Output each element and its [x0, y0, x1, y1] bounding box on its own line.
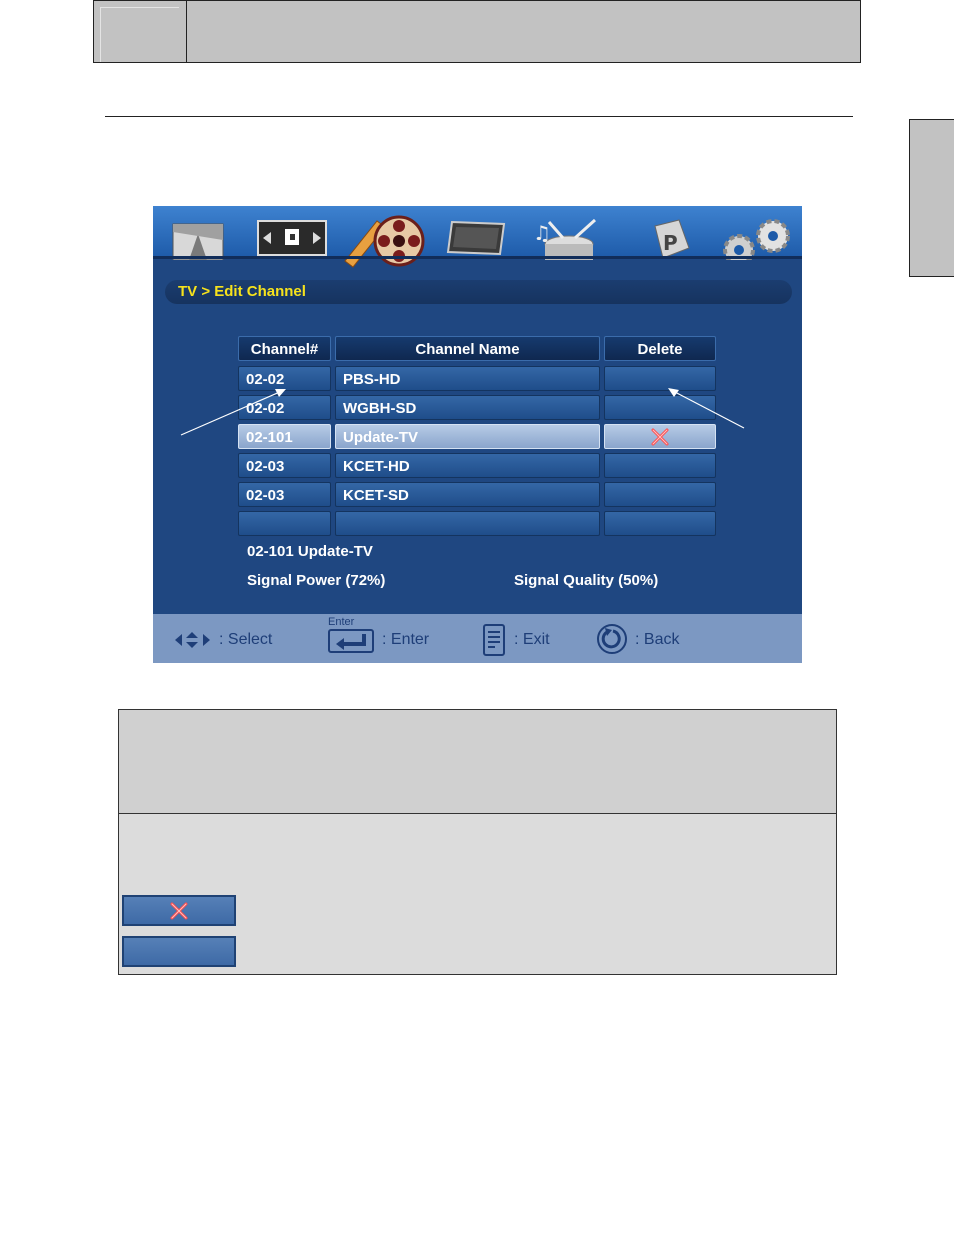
legend-table-header	[119, 710, 836, 814]
enter-hint: : Enter	[382, 631, 430, 648]
table-row-channel[interactable]	[238, 511, 331, 536]
menu-tab-bar: ♫ P	[153, 206, 802, 268]
table-row-name[interactable]: KCET-SD	[335, 482, 600, 507]
delete-marked-sample	[122, 895, 236, 926]
signal-quality-label: Signal Quality (50%)	[514, 572, 659, 589]
table-row-delete[interactable]	[604, 453, 716, 478]
navigate-arrows-icon	[175, 632, 210, 648]
menu-key-icon	[483, 624, 505, 656]
callout-arrow-left	[180, 389, 286, 436]
table-row-channel[interactable]: 02-03	[238, 482, 331, 507]
side-tab	[909, 119, 954, 277]
aspect-ratio-icon[interactable]	[257, 220, 327, 256]
exit-hint: : Exit	[514, 631, 550, 648]
breadcrumb: TV > Edit Channel	[165, 280, 792, 304]
column-header-name: Channel Name	[335, 336, 600, 361]
svg-text:♫: ♫	[533, 221, 551, 245]
callout-arrow-right	[668, 388, 745, 429]
page-header	[93, 0, 861, 63]
menu-footer: : Select Enter : Enter : Exit : Back	[153, 614, 802, 663]
film-reel-icon[interactable]	[341, 211, 431, 269]
picture-icon[interactable]	[169, 220, 227, 260]
table-row-name[interactable]	[335, 511, 600, 536]
table-row-name[interactable]: WGBH-SD	[335, 395, 600, 420]
table-row-name[interactable]: Update-TV	[335, 424, 600, 449]
enter-key-icon	[328, 629, 374, 653]
signal-power-label: Signal Power (72%)	[247, 572, 386, 589]
current-channel-label: 02-101 Update-TV	[247, 543, 373, 560]
column-header-channel: Channel#	[238, 336, 331, 361]
section-divider	[105, 116, 853, 117]
enter-key-label: Enter	[328, 616, 355, 628]
back-hint: : Back	[635, 631, 680, 648]
gears-icon[interactable]	[719, 216, 795, 260]
table-row-delete[interactable]	[604, 511, 716, 536]
table-row-name[interactable]: PBS-HD	[335, 366, 600, 391]
table-row-name[interactable]: KCET-HD	[335, 453, 600, 478]
music-drum-icon[interactable]: ♫	[531, 218, 603, 260]
svg-text:P: P	[663, 231, 678, 255]
delete-mark-icon	[170, 902, 188, 920]
parental-lock-icon[interactable]: P	[643, 218, 693, 260]
monitor-icon[interactable]	[446, 220, 506, 256]
table-row-channel[interactable]: 02-03	[238, 453, 331, 478]
select-hint: : Select	[219, 631, 273, 648]
delete-mark-icon	[651, 428, 669, 446]
delete-unmarked-sample	[122, 936, 236, 967]
header-cell	[94, 1, 187, 62]
breadcrumb-text: TV > Edit Channel	[178, 283, 306, 300]
legend-table	[118, 709, 837, 975]
column-header-delete: Delete	[604, 336, 716, 361]
back-key-icon	[597, 624, 627, 654]
table-row-delete[interactable]	[604, 482, 716, 507]
